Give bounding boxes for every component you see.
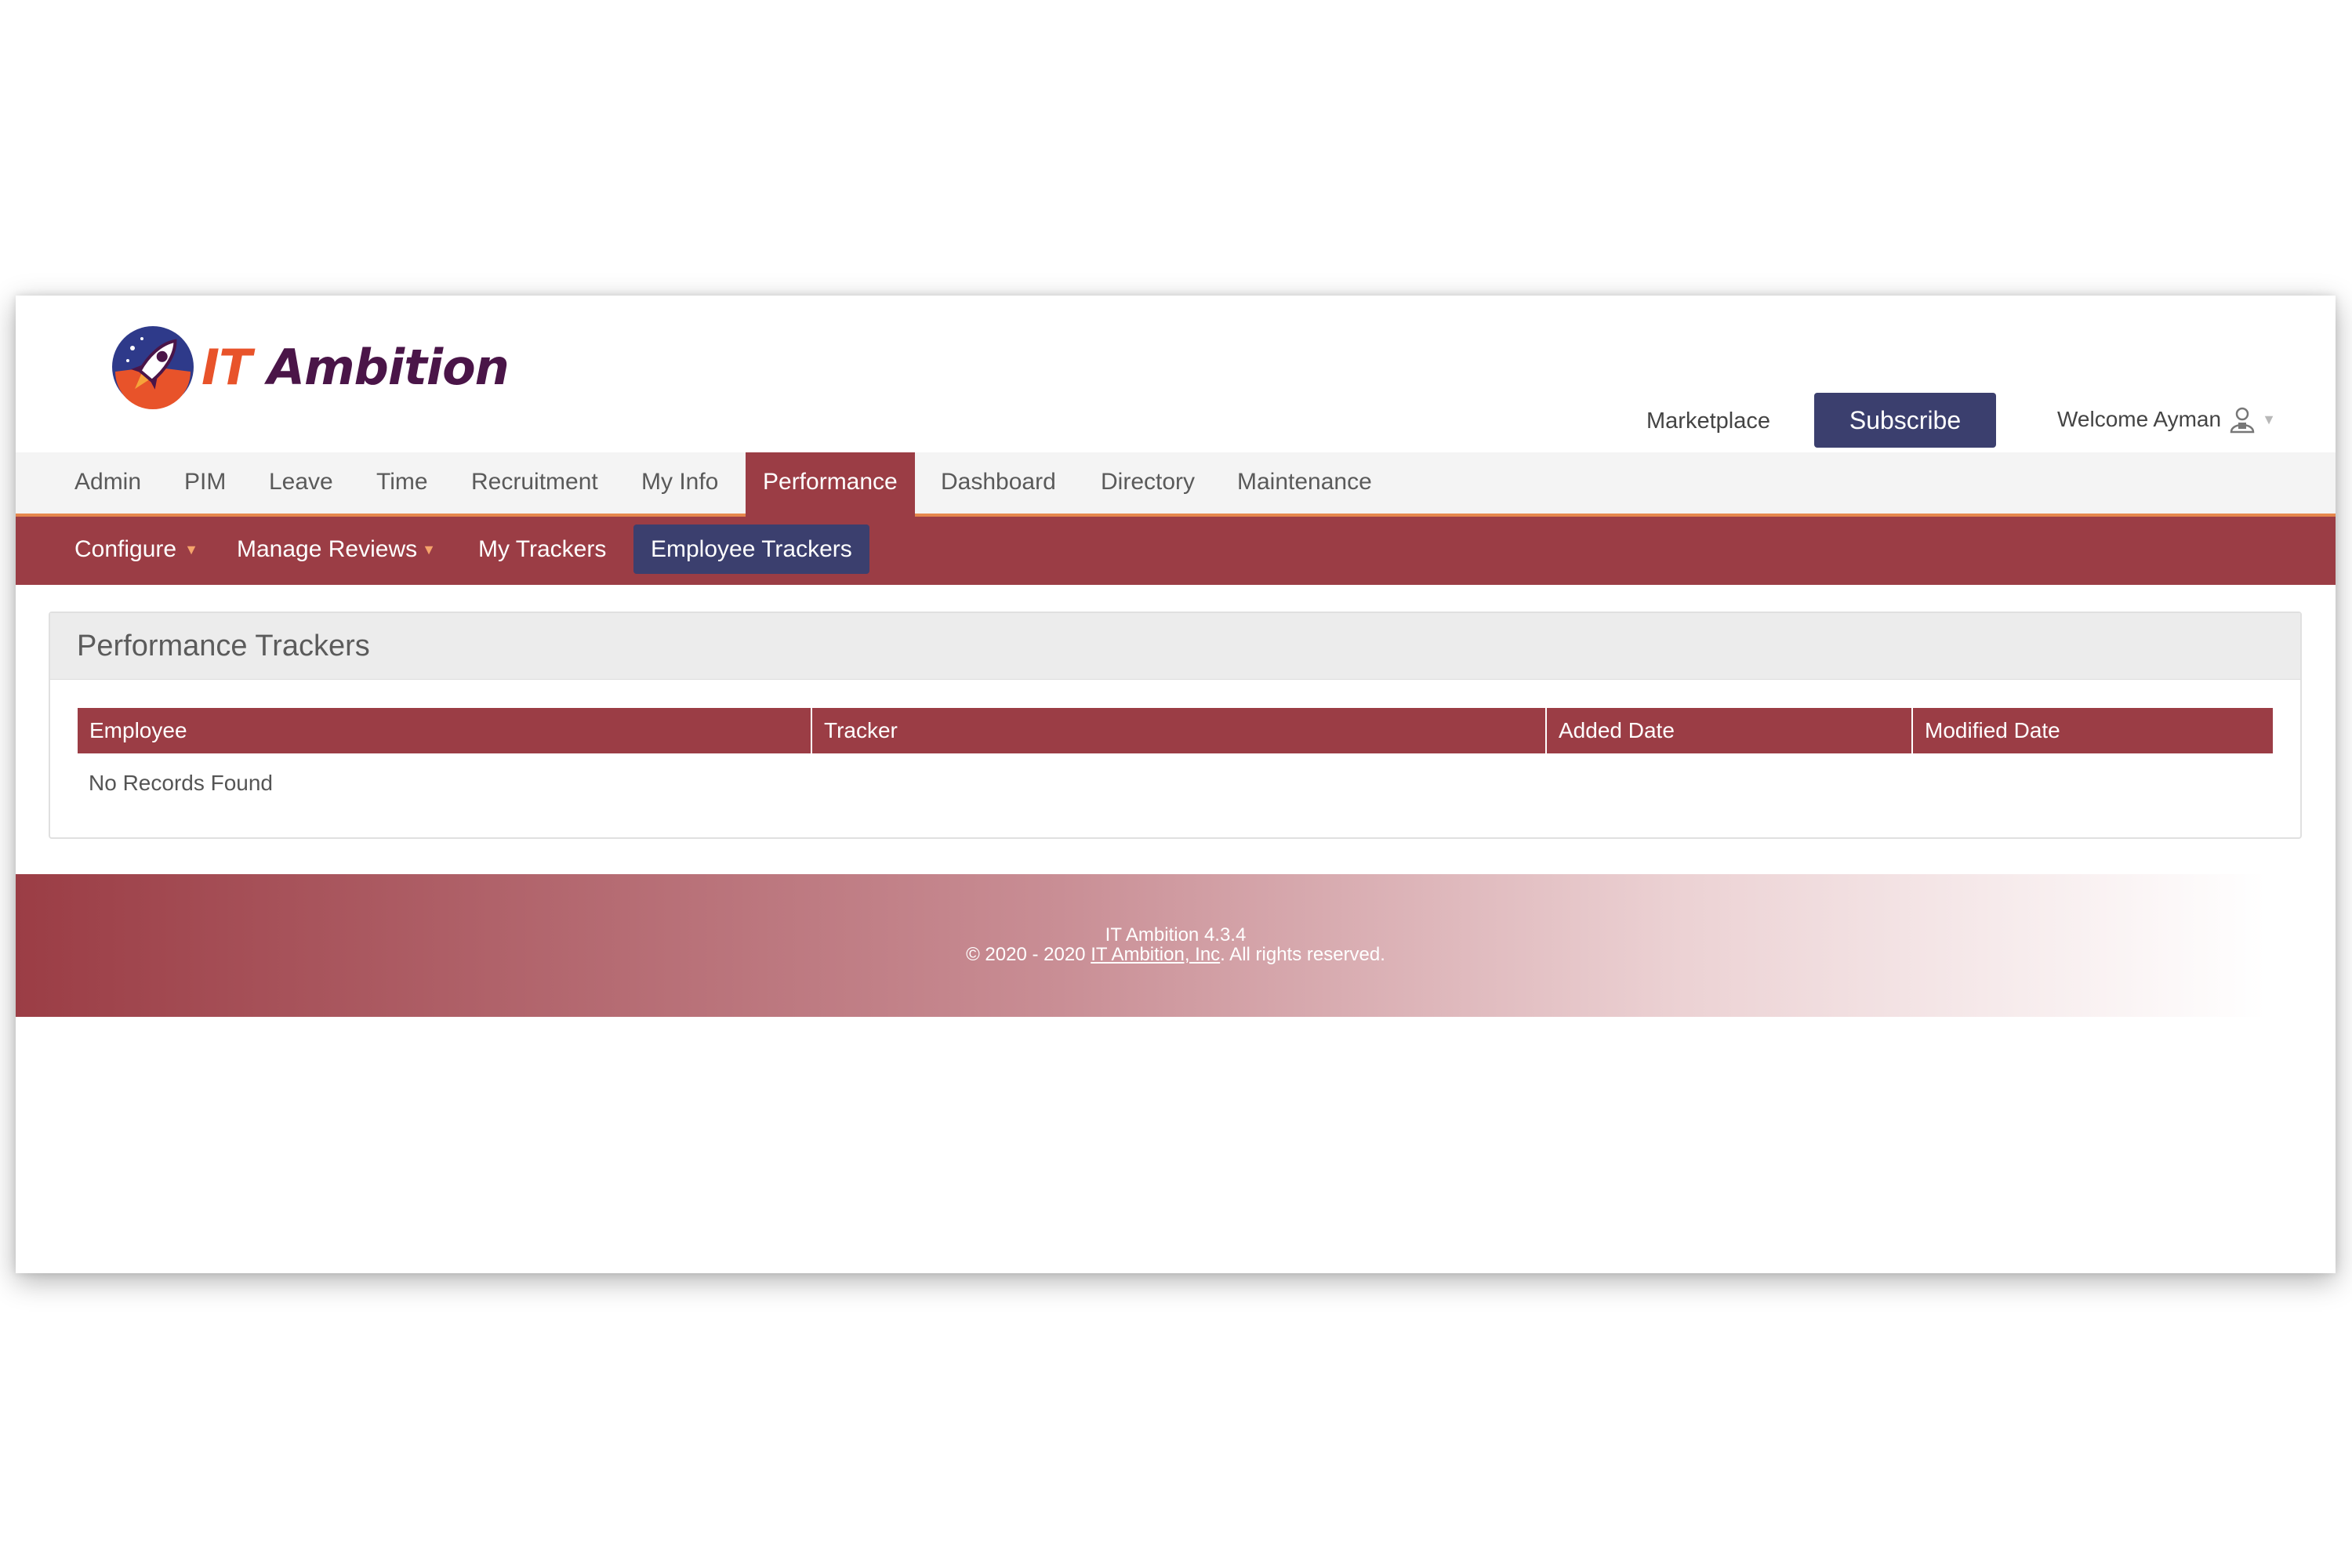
menu-item-recruitment[interactable]: Recruitment: [471, 452, 598, 514]
marketplace-link[interactable]: Marketplace: [1646, 408, 1770, 434]
chevron-down-icon: ▼: [2262, 411, 2276, 427]
logo-text-rest: Ambition: [267, 338, 510, 396]
panel-title: Performance Trackers: [50, 613, 2300, 680]
welcome-menu[interactable]: Welcome Ayman ▼: [2057, 405, 2276, 434]
footer: IT Ambition 4.3.4 © 2020 - 2020 IT Ambit…: [16, 874, 2336, 1017]
column-header-employee[interactable]: Employee: [78, 708, 812, 753]
empty-message: No Records Found: [78, 753, 2273, 813]
dropdown-arrow-icon: ▼: [184, 542, 198, 557]
submenu-configure-label: Configure: [74, 536, 177, 562]
submenu-my-trackers[interactable]: My Trackers: [478, 524, 606, 574]
menu-item-leave[interactable]: Leave: [269, 452, 333, 514]
main-menu: Admin PIM Leave Time Recruitment My Info…: [16, 452, 2336, 517]
menu-item-admin[interactable]: Admin: [74, 452, 141, 514]
column-header-modified-date[interactable]: Modified Date: [1912, 708, 2273, 753]
dropdown-arrow-icon: ▼: [422, 542, 436, 557]
user-icon: [2229, 405, 2256, 434]
menu-item-pim[interactable]: PIM: [184, 452, 226, 514]
footer-copyright-prefix: © 2020 - 2020: [966, 944, 1091, 965]
table-header-row: Employee Tracker Added Date Modified Dat…: [78, 708, 2273, 753]
footer-version: IT Ambition 4.3.4: [1105, 924, 1247, 946]
menu-item-dashboard[interactable]: Dashboard: [941, 452, 1056, 514]
app-window: IT Ambition Marketplace Subscribe Welcom…: [16, 296, 2336, 1273]
sub-menu: Configure ▼ Manage Reviews ▼ My Trackers E…: [16, 517, 2336, 585]
rocket-logo-icon: [112, 326, 194, 409]
column-header-added-date[interactable]: Added Date: [1546, 708, 1913, 753]
menu-item-time[interactable]: Time: [376, 452, 428, 514]
submenu-manage-reviews-label: Manage Reviews: [237, 536, 418, 562]
menu-item-directory[interactable]: Directory: [1101, 452, 1195, 514]
logo-text-it: IT: [201, 338, 252, 396]
submenu-employee-trackers[interactable]: Employee Trackers: [633, 524, 869, 574]
column-header-tracker[interactable]: Tracker: [811, 708, 1547, 753]
menu-item-maintenance[interactable]: Maintenance: [1237, 452, 1372, 514]
company-logo[interactable]: IT Ambition: [109, 324, 510, 410]
menu-item-performance[interactable]: Performance: [746, 452, 915, 517]
logo-wordmark: IT Ambition: [201, 338, 510, 396]
footer-copyright-suffix: . All rights reserved.: [1220, 944, 1385, 965]
footer-company-link[interactable]: IT Ambition, Inc: [1091, 944, 1220, 965]
menu-item-my-info[interactable]: My Info: [641, 452, 718, 514]
subscribe-button[interactable]: Subscribe: [1814, 393, 1996, 448]
submenu-manage-reviews[interactable]: Manage Reviews ▼: [237, 524, 436, 574]
welcome-label: Welcome Ayman: [2057, 407, 2222, 431]
trackers-table: Employee Tracker Added Date Modified Dat…: [78, 708, 2273, 813]
performance-trackers-panel: Performance Trackers Employee Tracker Ad…: [49, 612, 2302, 839]
submenu-configure[interactable]: Configure ▼: [74, 524, 198, 574]
table-row: No Records Found: [78, 753, 2273, 813]
footer-copyright: © 2020 - 2020 IT Ambition, Inc. All righ…: [16, 944, 2336, 966]
